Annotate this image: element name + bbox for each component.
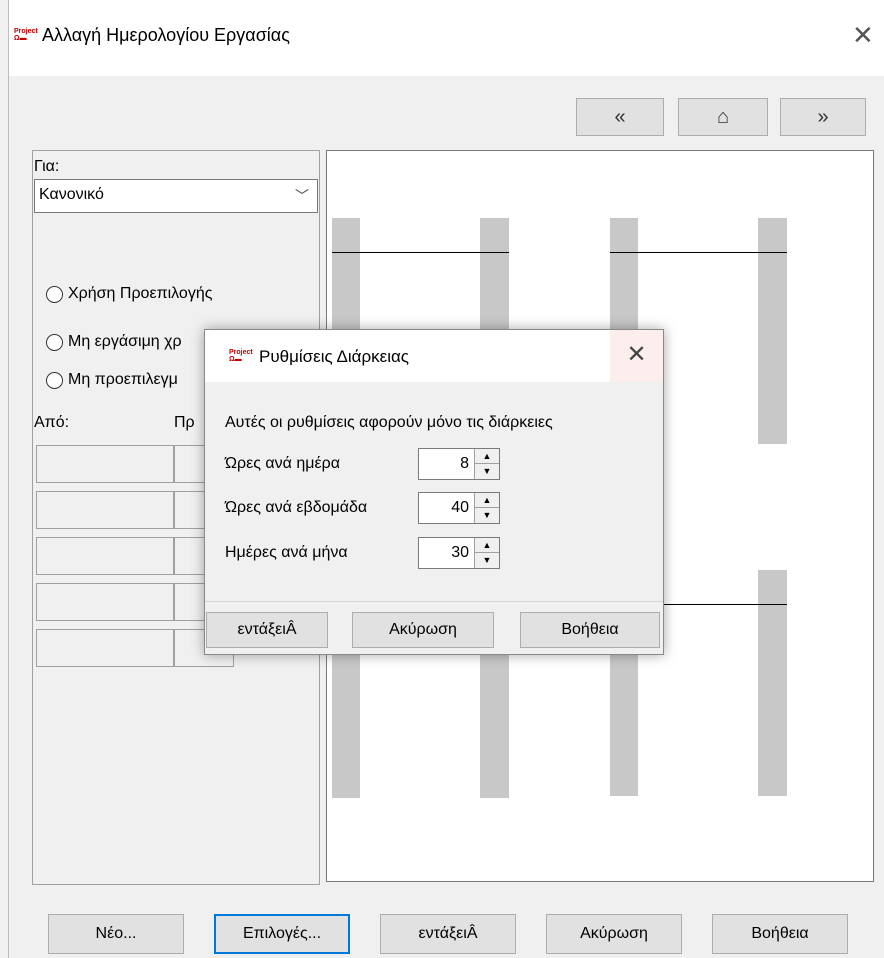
options-button[interactable]: Επιλογές... — [214, 914, 350, 954]
for-label: Για: — [34, 158, 60, 175]
spin-arrows[interactable]: ▲ ▼ — [474, 449, 499, 479]
from-time-cell[interactable] — [36, 445, 174, 483]
calendar-select-value: Κανονικό — [39, 186, 104, 203]
weekend-column — [332, 218, 361, 335]
from-time-cell[interactable] — [36, 583, 174, 621]
previous-month-button[interactable]: « — [576, 98, 664, 136]
from-label: Από: — [34, 414, 70, 431]
dialog-title-bar: Project Ω▬ Ρυθμίσεις Διάρκειας ✕ — [205, 330, 663, 382]
dialog-ok-button[interactable]: εντάξειÂ — [206, 612, 328, 648]
chevron-down-icon: ﹀ — [295, 188, 309, 204]
from-time-cell[interactable] — [36, 491, 174, 529]
hours-per-week-spinner[interactable]: 40 ▲ ▼ — [418, 492, 500, 524]
weekend-column — [332, 654, 361, 798]
spin-up-icon[interactable]: ▲ — [475, 493, 499, 508]
weekday-underline — [610, 252, 787, 253]
left-edge — [0, 0, 9, 958]
app-logo: Project Ω▬ — [229, 349, 253, 363]
weekday-underline — [332, 252, 509, 253]
title-bar: Project Ω▬ Αλλαγή Ημερολογίου Εργασίας ✕ — [0, 0, 884, 76]
nonworking-label: Μη εργάσιμη χρ — [68, 333, 182, 350]
window-title: Αλλαγή Ημερολογίου Εργασίας — [42, 25, 290, 45]
main-window: Project Ω▬ Αλλαγή Ημερολογίου Εργασίας ✕ … — [0, 0, 884, 958]
weekend-column — [480, 654, 509, 798]
close-icon[interactable]: ✕ — [610, 330, 663, 382]
spin-arrows[interactable]: ▲ ▼ — [474, 493, 499, 523]
dialog-cancel-button[interactable]: Ακύρωση — [352, 612, 494, 648]
hours-per-week-label: Ώρες ανά εβδομάδα — [225, 499, 368, 516]
nondefault-radio[interactable] — [46, 372, 63, 389]
days-per-month-label: Ημέρες ανά μήνα — [225, 544, 348, 561]
app-logo: Project Ω▬ — [14, 28, 38, 42]
use-default-radio[interactable] — [46, 286, 63, 303]
cancel-button[interactable]: Ακύρωση — [546, 914, 682, 954]
weekend-column — [480, 218, 509, 335]
spin-arrows[interactable]: ▲ ▼ — [474, 538, 499, 568]
today-home-button[interactable]: ⌂ — [678, 98, 768, 136]
spin-down-icon[interactable]: ▼ — [475, 508, 499, 522]
hours-per-week-value: 40 — [451, 499, 469, 516]
dialog-separator — [205, 601, 663, 602]
from-time-cell[interactable] — [36, 629, 174, 667]
days-per-month-spinner[interactable]: 30 ▲ ▼ — [418, 537, 500, 569]
dialog-note: Αυτές οι ρυθμίσεις αφορούν μόνο τις διάρ… — [225, 414, 553, 431]
close-icon[interactable]: ✕ — [852, 22, 874, 48]
hours-per-day-label: Ώρες ανά ημέρα — [225, 455, 340, 472]
days-per-month-value: 30 — [451, 544, 469, 561]
spin-down-icon[interactable]: ▼ — [475, 464, 499, 478]
hours-per-day-value: 8 — [460, 455, 469, 472]
nondefault-label: Μη προεπιλεγμ — [68, 371, 178, 388]
spin-up-icon[interactable]: ▲ — [475, 449, 499, 464]
spin-up-icon[interactable]: ▲ — [475, 538, 499, 553]
use-default-label: Χρήση Προεπιλογής — [68, 285, 213, 302]
dialog-title: Ρυθμίσεις Διάρκειας — [259, 347, 409, 366]
calendar-select[interactable]: Κανονικό ﹀ — [34, 179, 318, 213]
next-month-button[interactable]: » — [780, 98, 866, 136]
from-time-cell[interactable] — [36, 537, 174, 575]
nonworking-radio[interactable] — [46, 334, 63, 351]
spin-down-icon[interactable]: ▼ — [475, 553, 499, 567]
help-button[interactable]: Βοήθεια — [712, 914, 848, 954]
ok-button[interactable]: εντάξειÂ — [380, 914, 516, 954]
dialog-help-button[interactable]: Βοήθεια — [520, 612, 660, 648]
new-button[interactable]: Νέο... — [48, 914, 184, 954]
hours-per-day-spinner[interactable]: 8 ▲ ▼ — [418, 448, 500, 480]
to-label: Πρ — [174, 414, 195, 431]
